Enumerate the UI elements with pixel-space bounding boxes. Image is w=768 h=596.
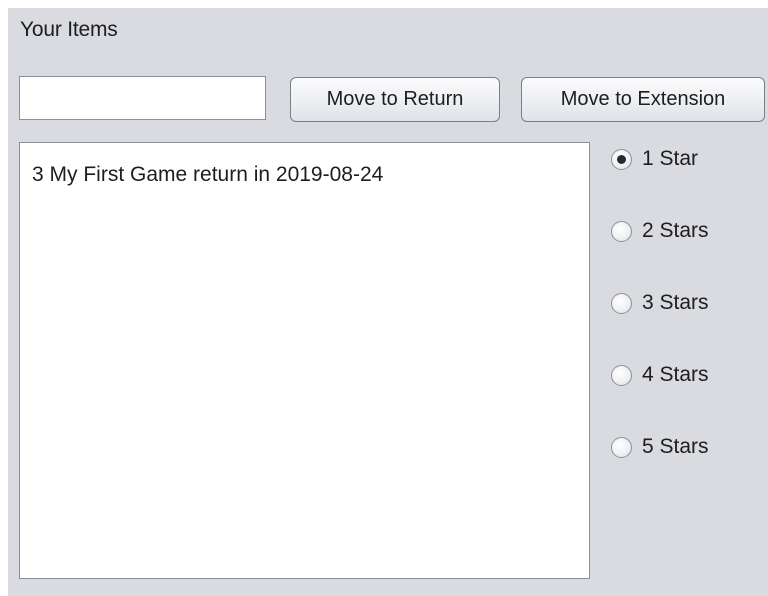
your-items-panel: Your Items Move to Return Move to Extens… [8,8,768,596]
items-list[interactable]: 3 My First Game return in 2019-08-24 [19,142,590,579]
item-input-field[interactable] [19,76,266,120]
radio-1-star[interactable]: 1 Star [611,144,698,174]
radio-button[interactable] [611,436,632,458]
list-item[interactable]: 3 My First Game return in 2019-08-24 [32,163,383,187]
radio-button-checked[interactable] [611,148,632,170]
move-to-extension-button[interactable]: Move to Extension [521,77,765,122]
radio-4-stars[interactable]: 4 Stars [611,360,709,390]
radio-button[interactable] [611,220,632,242]
radio-5-stars[interactable]: 5 Stars [611,432,709,462]
radio-label-1-star: 1 Star [642,147,699,170]
radio-3-stars[interactable]: 3 Stars [611,288,709,318]
radio-2-stars[interactable]: 2 Stars [611,216,709,246]
radio-button[interactable] [611,292,632,314]
radio-label-2-stars: 2 Stars [642,219,709,242]
radio-label-4-stars: 4 Stars [642,363,709,386]
panel-title: Your Items [20,18,118,41]
radio-button[interactable] [611,364,632,386]
radio-label-5-stars: 5 Stars [642,435,709,458]
radio-label-3-stars: 3 Stars [642,291,709,314]
move-to-return-button[interactable]: Move to Return [290,77,500,122]
